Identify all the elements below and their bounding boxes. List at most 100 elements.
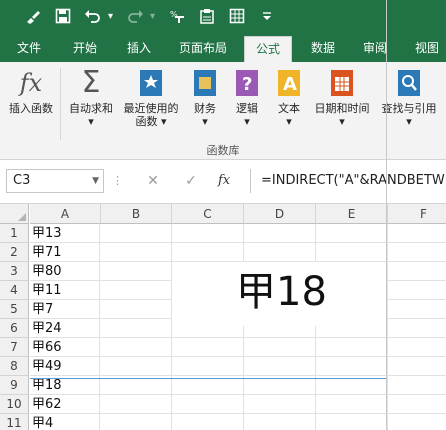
table-icon[interactable]: [222, 2, 252, 30]
tab-review[interactable]: 审阅: [352, 36, 398, 62]
row-header[interactable]: 6: [0, 319, 29, 338]
tab-home[interactable]: 开始: [62, 36, 108, 62]
redo-dropdown-icon[interactable]: ▾: [150, 11, 162, 22]
cell-a[interactable]: 甲13: [30, 224, 100, 243]
autosum-button[interactable]: Σ 自动求和 ▾: [64, 66, 118, 138]
svg-text:A: A: [283, 74, 297, 95]
lookup-icon: [394, 68, 424, 98]
cell-a[interactable]: 甲80: [30, 262, 100, 281]
chevron-down-icon: ▾: [339, 115, 345, 128]
row-header[interactable]: 1: [0, 224, 29, 243]
gridline: [387, 224, 388, 430]
gridline: [100, 337, 446, 338]
recent-label-1: 最近使用的: [123, 102, 179, 115]
random-result-text: 甲18: [236, 269, 327, 315]
enter-button[interactable]: ✓: [180, 169, 202, 193]
selection-highlight-line: [30, 378, 386, 379]
recently-used-button[interactable]: 最近使用的 函数 ▾: [118, 66, 184, 138]
select-all-triangle-icon: [18, 213, 26, 221]
tab-data[interactable]: 数据: [300, 36, 346, 62]
clipboard-icon[interactable]: [192, 2, 222, 30]
svg-text:?: ?: [242, 74, 252, 95]
ribbon-tabs: 文件 开始 插入 页面布局 公式 数据 审阅 视图: [0, 32, 446, 62]
logical-label: 逻辑: [236, 102, 258, 115]
text-button[interactable]: A 文本 ▾: [270, 66, 308, 138]
tab-file[interactable]: 文件: [6, 36, 52, 62]
undo-icon[interactable]: [78, 2, 108, 30]
chevron-down-icon[interactable]: ▼: [92, 170, 99, 192]
gridline: [100, 375, 446, 376]
financial-book-icon: [190, 68, 220, 98]
customize-icon[interactable]: [252, 2, 282, 30]
row-header[interactable]: 10: [0, 395, 29, 414]
column-header-b[interactable]: B: [101, 204, 172, 224]
gridline: [171, 224, 172, 430]
quick-access-toolbar: ▾ ▾ %: [0, 0, 446, 32]
column-header-c[interactable]: C: [172, 204, 244, 224]
redo-icon[interactable]: [120, 2, 150, 30]
calendar-icon: [327, 68, 357, 98]
formula-input[interactable]: =INDIRECT("A"&RANDBETW: [250, 169, 446, 193]
tab-view[interactable]: 视图: [404, 36, 446, 62]
financial-label: 财务: [194, 102, 216, 115]
gridline: [100, 394, 446, 395]
insert-function-fx-button[interactable]: fx: [218, 169, 230, 193]
datetime-button[interactable]: 日期和时间 ▾: [310, 66, 374, 138]
row-header[interactable]: 3: [0, 262, 29, 281]
row-header[interactable]: 7: [0, 338, 29, 357]
financial-button[interactable]: 财务 ▾: [186, 66, 224, 138]
cancel-button[interactable]: ✕: [142, 169, 164, 193]
gridline: [100, 356, 446, 357]
formula-bar-grip-icon[interactable]: ⋮: [112, 169, 123, 193]
row-header[interactable]: 4: [0, 281, 29, 300]
cell-a[interactable]: 甲4: [30, 414, 100, 430]
logical-button[interactable]: ? 逻辑 ▾: [228, 66, 266, 138]
recent-label-2: 函数 ▾: [135, 115, 167, 128]
chevron-down-icon: ▾: [88, 115, 94, 128]
gridline: [315, 224, 316, 430]
text-label: 文本: [278, 102, 300, 115]
cell-a[interactable]: 甲11: [30, 281, 100, 300]
tab-page-layout[interactable]: 页面布局: [172, 36, 234, 62]
column-header-f[interactable]: F: [388, 204, 446, 224]
ribbon-separator: [60, 68, 61, 140]
logical-book-icon: ?: [232, 68, 262, 98]
format-painter-icon[interactable]: %: [162, 2, 192, 30]
function-icon: fx: [19, 69, 43, 97]
function-library-group-label: 函数库: [206, 144, 240, 157]
brush-icon[interactable]: [18, 2, 48, 30]
column-header-a[interactable]: A: [30, 204, 101, 224]
cell-a[interactable]: 甲49: [30, 357, 100, 376]
insert-function-label: 插入函数: [9, 102, 53, 115]
row-header[interactable]: 9: [0, 376, 29, 395]
window-divider: [386, 0, 387, 430]
chevron-down-icon: ▾: [244, 115, 250, 128]
cell-a[interactable]: 甲66: [30, 338, 100, 357]
row-header[interactable]: 11: [0, 414, 29, 430]
cell-a[interactable]: 甲24: [30, 319, 100, 338]
column-header-e[interactable]: E: [316, 204, 388, 224]
cell-a[interactable]: 甲62: [30, 395, 100, 414]
select-all-button[interactable]: [0, 204, 29, 224]
row-header[interactable]: 5: [0, 300, 29, 319]
tab-insert[interactable]: 插入: [116, 36, 162, 62]
star-book-icon: [136, 68, 166, 98]
insert-function-button[interactable]: fx 插入函数: [4, 66, 58, 138]
save-icon[interactable]: [48, 2, 78, 30]
datetime-label: 日期和时间: [314, 102, 370, 115]
undo-dropdown-icon[interactable]: ▾: [108, 11, 120, 22]
row-header[interactable]: 2: [0, 243, 29, 262]
chevron-down-icon: ▾: [286, 115, 292, 128]
excel-window: ▾ ▾ % 文件 开始 插入 页面布局 公式 数据 审阅 视图 fx 插入函数 …: [0, 0, 446, 430]
cell-a[interactable]: 甲71: [30, 243, 100, 262]
ribbon: fx 插入函数 Σ 自动求和 ▾ 最近使用的 函数 ▾ 财务 ▾ ? 逻辑 ▾ …: [0, 62, 446, 160]
cell-a[interactable]: 甲7: [30, 300, 100, 319]
gridline: [100, 413, 446, 414]
gridline: [100, 242, 446, 243]
name-box[interactable]: C3 ▼: [6, 169, 104, 193]
text-book-icon: A: [274, 68, 304, 98]
column-header-d[interactable]: D: [244, 204, 316, 224]
row-header[interactable]: 8: [0, 357, 29, 376]
tab-formulas[interactable]: 公式: [244, 36, 292, 62]
chevron-down-icon: ▾: [202, 115, 208, 128]
